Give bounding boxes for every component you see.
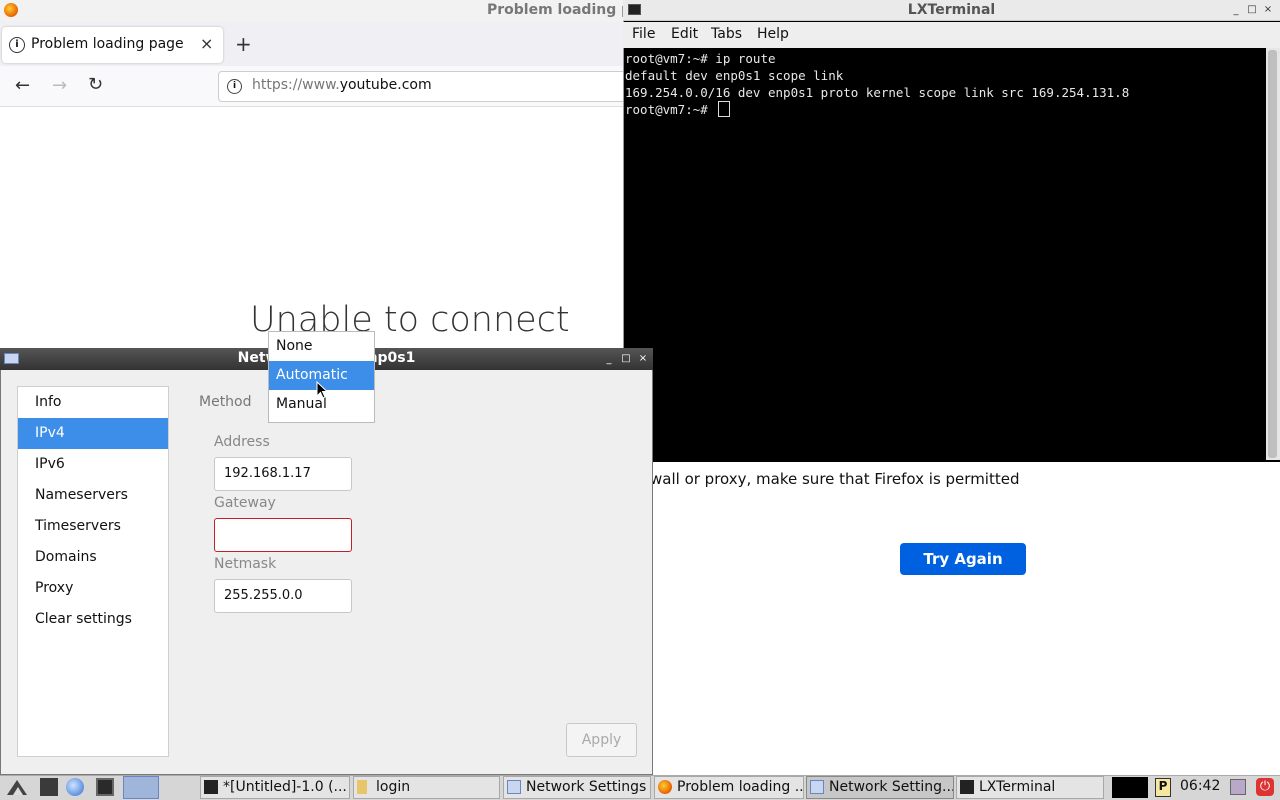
error-description: wall or proxy, make sure that Firefox is… [650,470,1020,488]
sidebar-item-nameservers[interactable]: Nameservers [18,480,168,511]
new-tab-plus-icon[interactable]: + [235,32,252,56]
task-label: Problem loading ... [677,779,804,795]
reload-icon[interactable]: ↻ [88,74,103,95]
browser-launcher-icon[interactable] [66,778,84,796]
task-label: LXTerminal [979,779,1056,795]
minimize-icon[interactable]: _ [1231,6,1241,16]
menu-file[interactable]: File [632,26,655,42]
address-field[interactable]: 192.168.1.17 [214,457,352,491]
sidebar-item-proxy[interactable]: Proxy [18,573,168,604]
maximize-icon[interactable]: □ [621,354,631,364]
cpu-monitor [1112,777,1148,798]
power-icon[interactable]: ⏻ [1256,778,1274,796]
netmask-field[interactable]: 255.255.0.0 [214,579,352,613]
gateway-label: Gateway [214,495,276,511]
url-prefix: https://www. [252,77,340,93]
method-option-none[interactable]: None [269,332,374,361]
clock[interactable]: 06:42 [1180,778,1220,794]
gateway-field[interactable] [214,518,352,552]
netmask-label: Netmask [214,556,277,572]
menu-edit[interactable]: Edit [671,26,698,42]
terminal-line: root@vm7:~# [625,102,716,117]
network-icon [810,780,824,794]
task-network-settings[interactable]: Network Settings [503,776,651,799]
task-login[interactable]: login [353,776,500,799]
clipboard-icon[interactable]: P [1155,778,1171,797]
address-label: Address [214,434,270,450]
menu-help[interactable]: Help [757,26,789,42]
apply-button[interactable]: Apply [566,723,637,757]
task-label: *[Untitled]-1.0 (... [223,779,347,795]
task-network-settings-active[interactable]: Network Setting... [806,776,954,799]
task-label: Network Setting... [829,779,954,795]
menu-tabs[interactable]: Tabs [711,26,742,42]
folder-icon [357,780,367,794]
mouse-pointer-icon [316,381,328,399]
terminal-line: 169.254.0.0/16 dev enp0s1 proto kernel s… [625,85,1130,100]
workspace-switcher[interactable] [123,776,159,799]
firefox-logo-icon [4,3,18,17]
url-domain: youtube.com [339,77,432,93]
terminal-line: root@vm7:~# ip route [625,51,776,66]
terminal-title: LXTerminal [907,2,996,18]
site-info-icon[interactable]: i [227,79,242,94]
close-window-icon[interactable]: × [638,354,648,364]
back-arrow-icon[interactable]: ← [15,75,30,96]
terminal-cursor [718,101,730,117]
network-icon [507,780,521,794]
desktop-icon[interactable] [40,778,58,796]
sidebar-item-ipv6[interactable]: IPv6 [18,449,168,480]
forward-arrow-icon[interactable]: → [52,75,67,96]
close-window-icon[interactable]: × [1263,5,1273,15]
firefox-logo-icon [658,780,672,794]
terminal-line: default dev enp0s1 scope link [625,68,844,83]
minimize-icon[interactable]: _ [604,355,614,365]
terminal-icon [204,780,218,794]
sidebar-item-domains[interactable]: Domains [18,542,168,573]
sidebar-item-info[interactable]: Info [18,387,168,418]
terminal-icon [960,780,974,794]
try-again-button[interactable]: Try Again [900,543,1026,575]
method-label: Method [199,394,252,410]
sidebar-item-clear-settings[interactable]: Clear settings [18,604,168,635]
terminal-launcher-icon[interactable] [96,778,114,796]
task-problem-loading[interactable]: Problem loading ... [654,776,804,799]
start-menu-icon[interactable] [3,777,33,797]
sidebar-item-ipv4[interactable]: IPv4 [18,418,168,449]
task-label: login [376,779,411,795]
task-untitled[interactable]: *[Untitled]-1.0 (... [200,776,350,799]
sidebar-item-timeservers[interactable]: Timeservers [18,511,168,542]
task-lxterminal[interactable]: LXTerminal [956,776,1104,799]
maximize-icon[interactable]: □ [1247,5,1257,15]
terminal-output: root@vm7:~# ip route default dev enp0s1 s… [625,50,1129,118]
lock-screen-icon[interactable] [1230,779,1246,795]
tab-title: Problem loading page [31,36,184,52]
tab-close-icon[interactable]: × [200,34,213,53]
info-icon: i [9,37,25,53]
terminal-scrollbar-thumb[interactable] [1268,50,1277,458]
url-text[interactable]: https://www.youtube.com [252,77,432,93]
task-label: Network Settings [526,779,647,795]
